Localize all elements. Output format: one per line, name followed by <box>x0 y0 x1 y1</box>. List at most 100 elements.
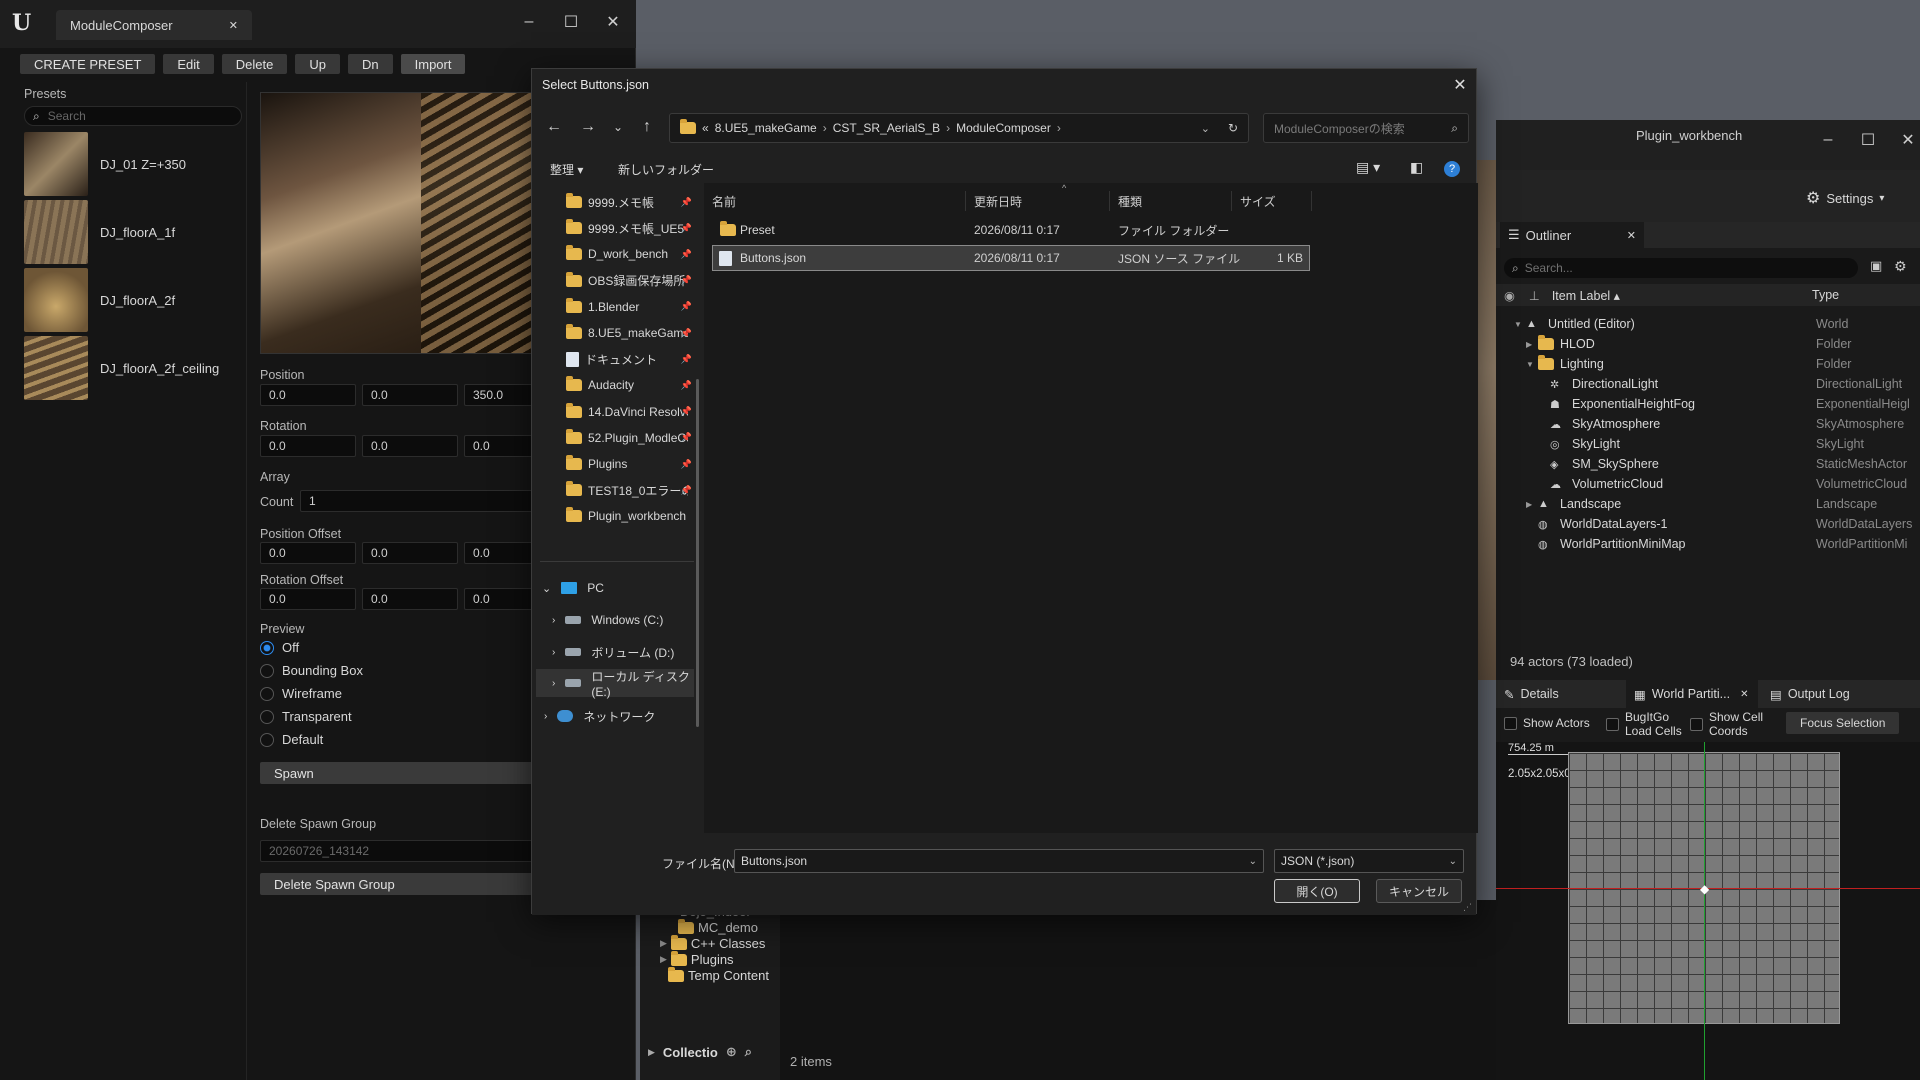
expand-arrow-icon[interactable]: ▼ <box>1514 320 1522 329</box>
up-button[interactable]: Up <box>295 54 340 74</box>
expand-arrow-icon[interactable]: ▶ <box>1526 500 1532 509</box>
file-type-select[interactable]: JSON (*.json) ⌄ <box>1274 849 1464 873</box>
show-actors-checkbox[interactable]: Show Actors <box>1504 716 1590 730</box>
preview-option-off[interactable]: Off <box>260 640 299 655</box>
quick-access-item[interactable]: 52.Plugin_ModleComposer📌 <box>566 425 696 451</box>
breadcrumb-item[interactable]: ModuleComposer <box>956 121 1051 135</box>
quick-access-item[interactable]: ドキュメント 📌 <box>566 346 696 372</box>
rotation-y-field[interactable]: 0.0 <box>362 435 458 457</box>
new-folder-button[interactable]: 新しいフォルダー <box>618 161 714 178</box>
add-folder-icon[interactable]: ▣ <box>1870 258 1882 274</box>
pin-icon[interactable]: 📌 <box>681 275 692 286</box>
close-icon[interactable]: ✕ <box>1888 120 1920 160</box>
outliner-row[interactable]: ☁ SkyAtmosphere SkyAtmosphere <box>1496 414 1920 434</box>
column-type[interactable]: 種類 <box>1110 191 1232 211</box>
column-name[interactable]: 名前 <box>704 191 966 211</box>
column-type[interactable]: Type <box>1812 288 1839 302</box>
minimize-icon[interactable]: – <box>1808 120 1848 160</box>
pin-icon[interactable]: ⊥ <box>1529 288 1540 303</box>
quick-access-item[interactable]: Audacity 📌 <box>566 372 696 398</box>
pin-icon[interactable]: 📌 <box>681 432 692 443</box>
resize-grip-icon[interactable]: ⋰ <box>1463 902 1472 913</box>
outliner-row[interactable]: ▼ ▲ Untitled (Editor) World <box>1496 314 1920 334</box>
eye-icon[interactable]: ◉ <box>1504 288 1515 303</box>
radio-button[interactable] <box>260 640 274 655</box>
spawn-button[interactable]: Spawn <box>260 762 534 784</box>
close-icon[interactable]: ✕ <box>1740 689 1748 700</box>
position-y-field[interactable]: 0.0 <box>362 384 458 406</box>
preset-item[interactable]: DJ_floorA_1f <box>24 200 175 264</box>
preset-item[interactable]: DJ_floorA_2f <box>24 268 175 332</box>
quick-access-item[interactable]: Plugins 📌 <box>566 451 696 477</box>
checkbox[interactable] <box>1690 717 1703 731</box>
pin-icon[interactable]: 📌 <box>681 406 692 417</box>
expand-arrow-icon[interactable]: ▶ <box>1526 340 1532 349</box>
tree-item[interactable]: Temp Content <box>668 966 769 983</box>
close-icon[interactable]: ✕ <box>229 19 238 32</box>
search-icon[interactable]: ⌕ <box>745 1044 752 1060</box>
bugitgo-checkbox[interactable]: BugItGo Load Cells <box>1606 710 1682 738</box>
radio-button[interactable] <box>260 686 274 701</box>
maximize-icon[interactable]: ☐ <box>550 2 592 42</box>
up-arrow-icon[interactable]: ↑ <box>633 113 661 141</box>
breadcrumb-item[interactable]: 8.UE5_makeGame <box>715 121 817 135</box>
file-row-preset[interactable]: Preset 2026/08/11 0:17 ファイル フォルダー <box>712 217 1310 243</box>
pin-icon[interactable]: 📌 <box>681 328 692 339</box>
tab-outliner[interactable]: ☰ Outliner ✕ <box>1500 222 1644 248</box>
radio-button[interactable] <box>260 732 274 747</box>
tab-world-partition[interactable]: ▦ World Partiti... ✕ <box>1626 680 1758 708</box>
pin-icon[interactable]: 📌 <box>681 197 692 208</box>
nav-item-pc[interactable]: ⌄ PC <box>542 575 604 601</box>
position-offset-x-field[interactable]: 0.0 <box>260 542 356 564</box>
nav-scrollbar[interactable] <box>696 379 699 727</box>
pin-icon[interactable]: 📌 <box>681 380 692 391</box>
quick-access-item[interactable]: D_work_bench 📌 <box>566 241 696 267</box>
preset-item[interactable]: DJ_01 Z=+350 <box>24 132 186 196</box>
nav-item-drive-e[interactable]: › ローカル ディスク (E:) <box>536 669 694 699</box>
delete-spawn-group-button[interactable]: Delete Spawn Group <box>260 873 534 895</box>
preview-option-wireframe[interactable]: Wireframe <box>260 686 342 701</box>
collections-header[interactable]: ▶ Collectio ⊕ ⌕ <box>648 1044 752 1060</box>
pin-icon[interactable]: 📌 <box>681 223 692 234</box>
cancel-button[interactable]: キャンセル <box>1376 879 1462 903</box>
expand-arrow-icon[interactable]: ▼ <box>1526 360 1534 369</box>
preset-search-input[interactable]: ⌕ Search <box>24 106 242 126</box>
pin-icon[interactable]: 📌 <box>681 459 692 470</box>
position-offset-y-field[interactable]: 0.0 <box>362 542 458 564</box>
quick-access-item[interactable]: Plugin_workbench <box>566 503 696 529</box>
outliner-search-input[interactable]: ⌕ Search... <box>1504 258 1858 278</box>
tab-output-log[interactable]: ▤ Output Log <box>1758 687 1850 702</box>
edit-button[interactable]: Edit <box>163 54 214 74</box>
preview-option-transparent[interactable]: Transparent <box>260 709 352 724</box>
recent-locations-icon[interactable]: ⌄ <box>604 113 632 141</box>
filename-input[interactable]: Buttons.json ⌄ <box>734 849 1264 873</box>
import-button[interactable]: Import <box>400 54 466 74</box>
tab-module-composer[interactable]: ModuleComposer ✕ <box>56 10 252 40</box>
outliner-row[interactable]: ◎ SkyLight SkyLight <box>1496 434 1920 454</box>
maximize-icon[interactable]: ☐ <box>1848 120 1888 160</box>
checkbox[interactable] <box>1606 717 1619 731</box>
column-size[interactable]: サイズ <box>1232 191 1312 211</box>
nav-item-drive-d[interactable]: › ボリューム (D:) <box>552 639 674 665</box>
rotation-z-field[interactable]: 0.0 <box>464 435 534 457</box>
preview-pane-icon[interactable]: ◧ <box>1410 159 1423 176</box>
outliner-row[interactable]: ◈ SM_SkySphere StaticMeshActor <box>1496 454 1920 474</box>
count-field[interactable]: 1 <box>300 490 534 512</box>
rotation-offset-x-field[interactable]: 0.0 <box>260 588 356 610</box>
preview-option-default[interactable]: Default <box>260 732 323 747</box>
quick-access-item[interactable]: 8.UE5_makeGame 📌 <box>566 320 696 346</box>
position-z-field[interactable]: 350.0 <box>464 384 534 406</box>
view-options-icon[interactable]: ▤ ▾ <box>1356 159 1380 176</box>
outliner-row[interactable]: ▶ HLOD Folder <box>1496 334 1920 354</box>
organize-menu[interactable]: 整理 ▾ <box>550 161 583 178</box>
outliner-row[interactable]: ☗ ExponentialHeightFog ExponentialHeigl <box>1496 394 1920 414</box>
settings-button[interactable]: ⚙ Settings ▾ <box>1806 188 1884 208</box>
rotation-x-field[interactable]: 0.0 <box>260 435 356 457</box>
outliner-row[interactable]: ◍ WorldDataLayers-1 WorldDataLayers <box>1496 514 1920 534</box>
outliner-row[interactable]: ◍ WorldPartitionMiniMap WorldPartitionMi <box>1496 534 1920 554</box>
close-icon[interactable]: ✕ <box>592 2 634 42</box>
refresh-icon[interactable]: ↻ <box>1228 121 1238 135</box>
world-partition-view[interactable]: 754.25 m 2.05x2.05x0.38 km ◆ <box>1496 742 1920 1080</box>
column-item-label[interactable]: Item Label ▴ <box>1552 288 1620 303</box>
address-bar[interactable]: « 8.UE5_makeGame › CST_SR_AerialS_B › Mo… <box>669 113 1249 143</box>
